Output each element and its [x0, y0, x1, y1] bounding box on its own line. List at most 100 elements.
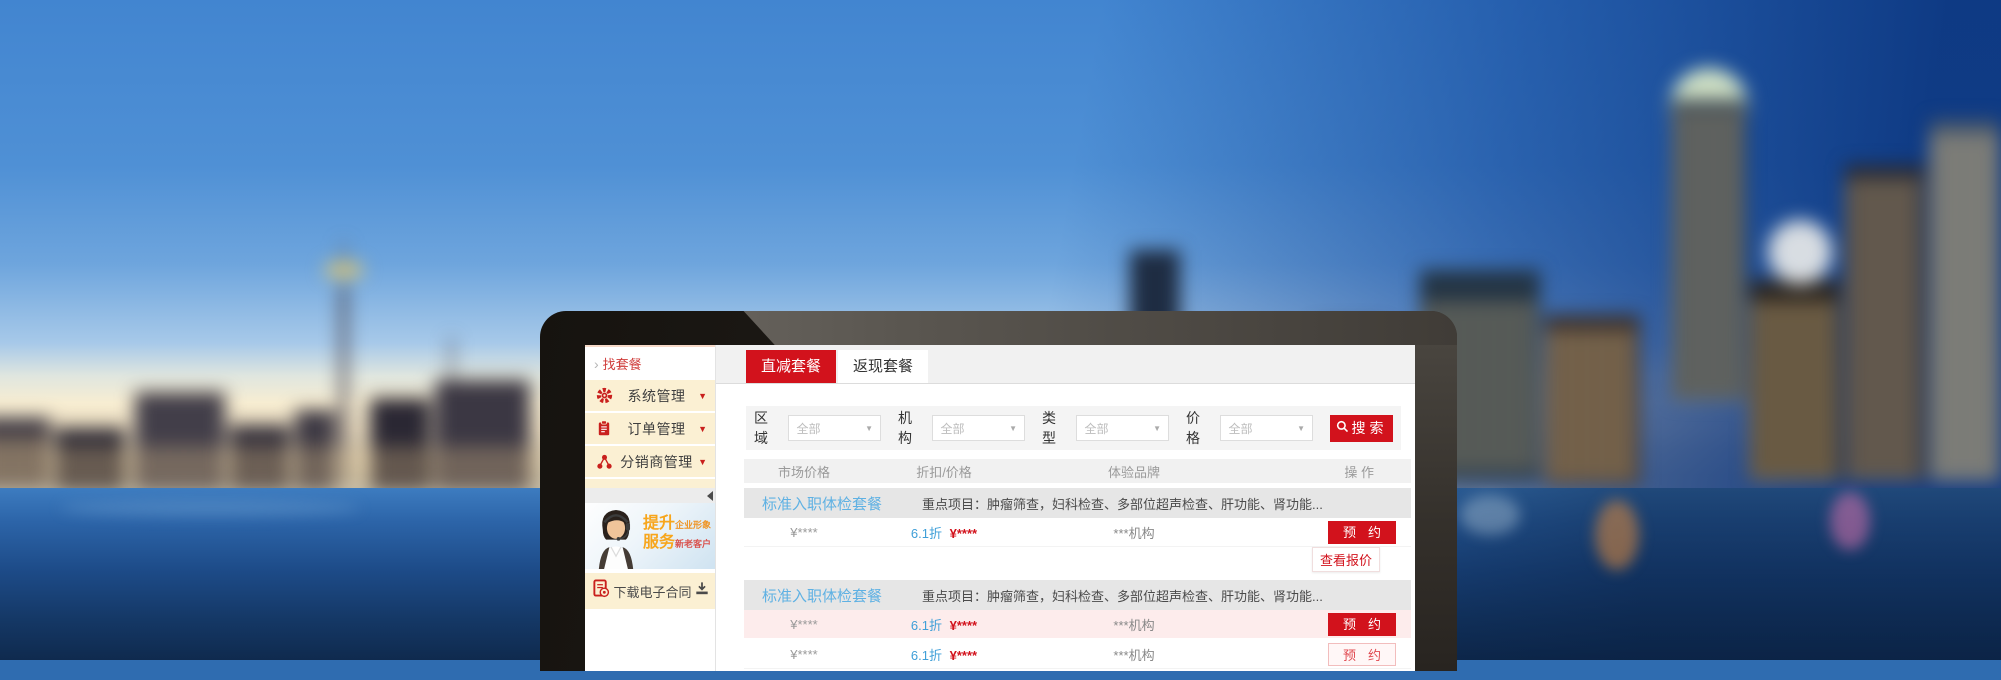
book-button[interactable]: 预约	[1328, 521, 1396, 544]
waterfront-lights	[0, 448, 540, 486]
caret-down-icon: ▼	[865, 424, 873, 433]
package-title-link[interactable]: 标准入职体检套餐	[762, 585, 882, 606]
tab-direct-discount[interactable]: 直减套餐	[746, 350, 836, 383]
sidebar-item-order-management[interactable]: 订单管理 ▼	[585, 413, 715, 446]
find-package-label: 找套餐	[603, 354, 642, 373]
header-actions: 操 作	[1244, 462, 1411, 481]
institution-select[interactable]: 全部 ▼	[932, 415, 1025, 441]
sidebar-item-find-package[interactable]: › 找套餐	[585, 345, 715, 380]
filter-label: 类型	[1042, 408, 1069, 448]
book-button[interactable]: 预约	[1328, 643, 1396, 666]
filter-bar: 区域 全部 ▼ 机构 全部 ▼ 类型 全部	[746, 406, 1401, 450]
search-button[interactable]: 搜索	[1330, 415, 1393, 442]
filter-label: 价格	[1186, 408, 1213, 448]
customer-service-banner[interactable]: 提升企业形象 服务新老客户	[585, 503, 715, 569]
search-icon	[1336, 420, 1349, 436]
price-select[interactable]: 全部 ▼	[1220, 415, 1313, 441]
discounted-price: ¥****	[950, 618, 977, 633]
sidebar-item-system-management[interactable]: 系统管理 ▼	[585, 380, 715, 413]
discount-price: 6.1折 ¥****	[864, 645, 1024, 664]
discounted-price: ¥****	[950, 526, 977, 541]
discount-rate: 6.1折	[911, 618, 942, 633]
market-price: ¥****	[744, 525, 864, 540]
discounted-price: ¥****	[950, 648, 977, 663]
row-actions: 预约 查看报价	[1244, 521, 1411, 544]
antenna	[450, 338, 453, 388]
type-select[interactable]: 全部 ▼	[1076, 415, 1169, 441]
tablet-device: › 找套餐 系统管理 ▼	[540, 311, 1457, 671]
discount-rate: 6.1折	[911, 526, 942, 541]
brand: ***机构	[1024, 615, 1244, 634]
city-lights	[1932, 135, 1998, 480]
bezel-glare	[540, 311, 1457, 345]
header-market-price: 市场价格	[744, 462, 864, 481]
region-select[interactable]: 全部 ▼	[788, 415, 881, 441]
dome-building	[1768, 220, 1832, 284]
package-title-row: 标准入职体检套餐 重点项目：肿瘤筛查，妇科检查、多部位超声检查、肝功能、肾功能.…	[744, 580, 1411, 610]
discount-rate: 6.1折	[911, 648, 942, 663]
main-panel: 直减套餐 返现套餐 区域 全部 ▼ 机构 全部 ▼	[716, 345, 1415, 671]
download-contract-button[interactable]: 下载电子合同	[585, 573, 715, 609]
search-button-label: 搜索	[1352, 418, 1388, 438]
brand: ***机构	[1024, 523, 1244, 542]
package-title-row: 标准入职体检套餐 重点项目：肿瘤筛查，妇科检查、多部位超声检查、肝功能、肾功能.…	[744, 488, 1411, 518]
select-value: 全部	[940, 420, 964, 437]
contract-icon	[592, 579, 610, 603]
filter-label: 区域	[754, 408, 781, 448]
sidebar: › 找套餐 系统管理 ▼	[585, 345, 716, 671]
tab-bar: 直减套餐 返现套餐	[716, 345, 1415, 384]
gear-icon	[596, 387, 615, 404]
water-reflection	[1460, 495, 1520, 535]
table-header: 市场价格 折扣/价格 体验品牌 操 作	[744, 459, 1411, 483]
clipboard-icon	[596, 420, 615, 437]
package-group: 标准入职体检套餐 重点项目：肿瘤筛查，妇科检查、多部位超声检查、肝功能、肾功能.…	[744, 488, 1411, 547]
download-contract-label: 下载电子合同	[610, 582, 695, 601]
banner-line2-strong: 服务	[643, 534, 675, 551]
select-value: 全部	[1228, 420, 1252, 437]
brand: ***机构	[1024, 645, 1244, 664]
collapse-arrow-icon[interactable]	[707, 491, 713, 501]
download-icon	[695, 581, 709, 601]
menu-label: 订单管理	[615, 419, 698, 439]
filter-institution: 机构 全部 ▼	[898, 408, 1025, 448]
filter-label: 机构	[898, 408, 925, 448]
sidebar-item-distributor-management[interactable]: 分销商管理 ▼	[585, 446, 715, 479]
chevron-right-icon: ›	[594, 356, 599, 372]
sidebar-divider	[585, 488, 715, 503]
menu-label: 系统管理	[615, 386, 698, 406]
city-lights	[1752, 300, 1838, 480]
header-brand: 体验品牌	[1024, 462, 1244, 481]
tower-lights	[1674, 110, 1744, 400]
package-title-link[interactable]: 标准入职体检套餐	[762, 493, 882, 514]
package-description: 重点项目：肿瘤筛查，妇科检查、多部位超声检查、肝功能、肾功能...	[922, 586, 1323, 605]
package-group: 标准入职体检套餐 重点项目：肿瘤筛查，妇科检查、多部位超声检查、肝功能、肾功能.…	[744, 580, 1411, 669]
filter-type: 类型 全部 ▼	[1042, 408, 1169, 448]
discount-price: 6.1折 ¥****	[864, 523, 1024, 542]
banner-text: 提升企业形象 服务新老客户	[643, 515, 711, 553]
view-quote-button[interactable]: 查看报价	[1312, 547, 1380, 572]
package-table: 市场价格 折扣/价格 体验品牌 操 作 标准入职体检套餐 重点项目：肿瘤筛查，妇…	[744, 459, 1411, 669]
share-icon	[596, 454, 615, 470]
select-value: 全部	[1084, 420, 1108, 437]
filter-region: 区域 全部 ▼	[754, 408, 881, 448]
book-button[interactable]: 预约	[1328, 613, 1396, 636]
select-value: 全部	[796, 420, 820, 437]
city-lights	[1848, 180, 1923, 480]
package-description: 重点项目：肿瘤筛查，妇科检查、多部位超声检查、肝功能、肾功能...	[922, 494, 1323, 513]
banner-line2-rest: 新老客户	[675, 539, 711, 549]
caret-down-icon: ▼	[698, 424, 707, 434]
app-screen: › 找套餐 系统管理 ▼	[585, 345, 1415, 671]
market-price: ¥****	[744, 647, 864, 662]
menu-label: 分销商管理	[615, 452, 698, 472]
menu-padding	[585, 479, 715, 488]
market-price: ¥****	[744, 617, 864, 632]
banner-line1-strong: 提升	[643, 515, 675, 532]
row-actions: 预约	[1244, 613, 1411, 636]
customer-service-photo	[587, 505, 645, 569]
header-discount-price: 折扣/价格	[864, 462, 1024, 481]
caret-down-icon: ▼	[698, 391, 707, 401]
caret-down-icon: ▼	[1297, 424, 1305, 433]
tab-cashback[interactable]: 返现套餐	[838, 350, 928, 383]
row-actions: 预约	[1244, 643, 1411, 666]
table-row: ¥**** 6.1折 ¥**** ***机构 预约	[744, 640, 1411, 669]
